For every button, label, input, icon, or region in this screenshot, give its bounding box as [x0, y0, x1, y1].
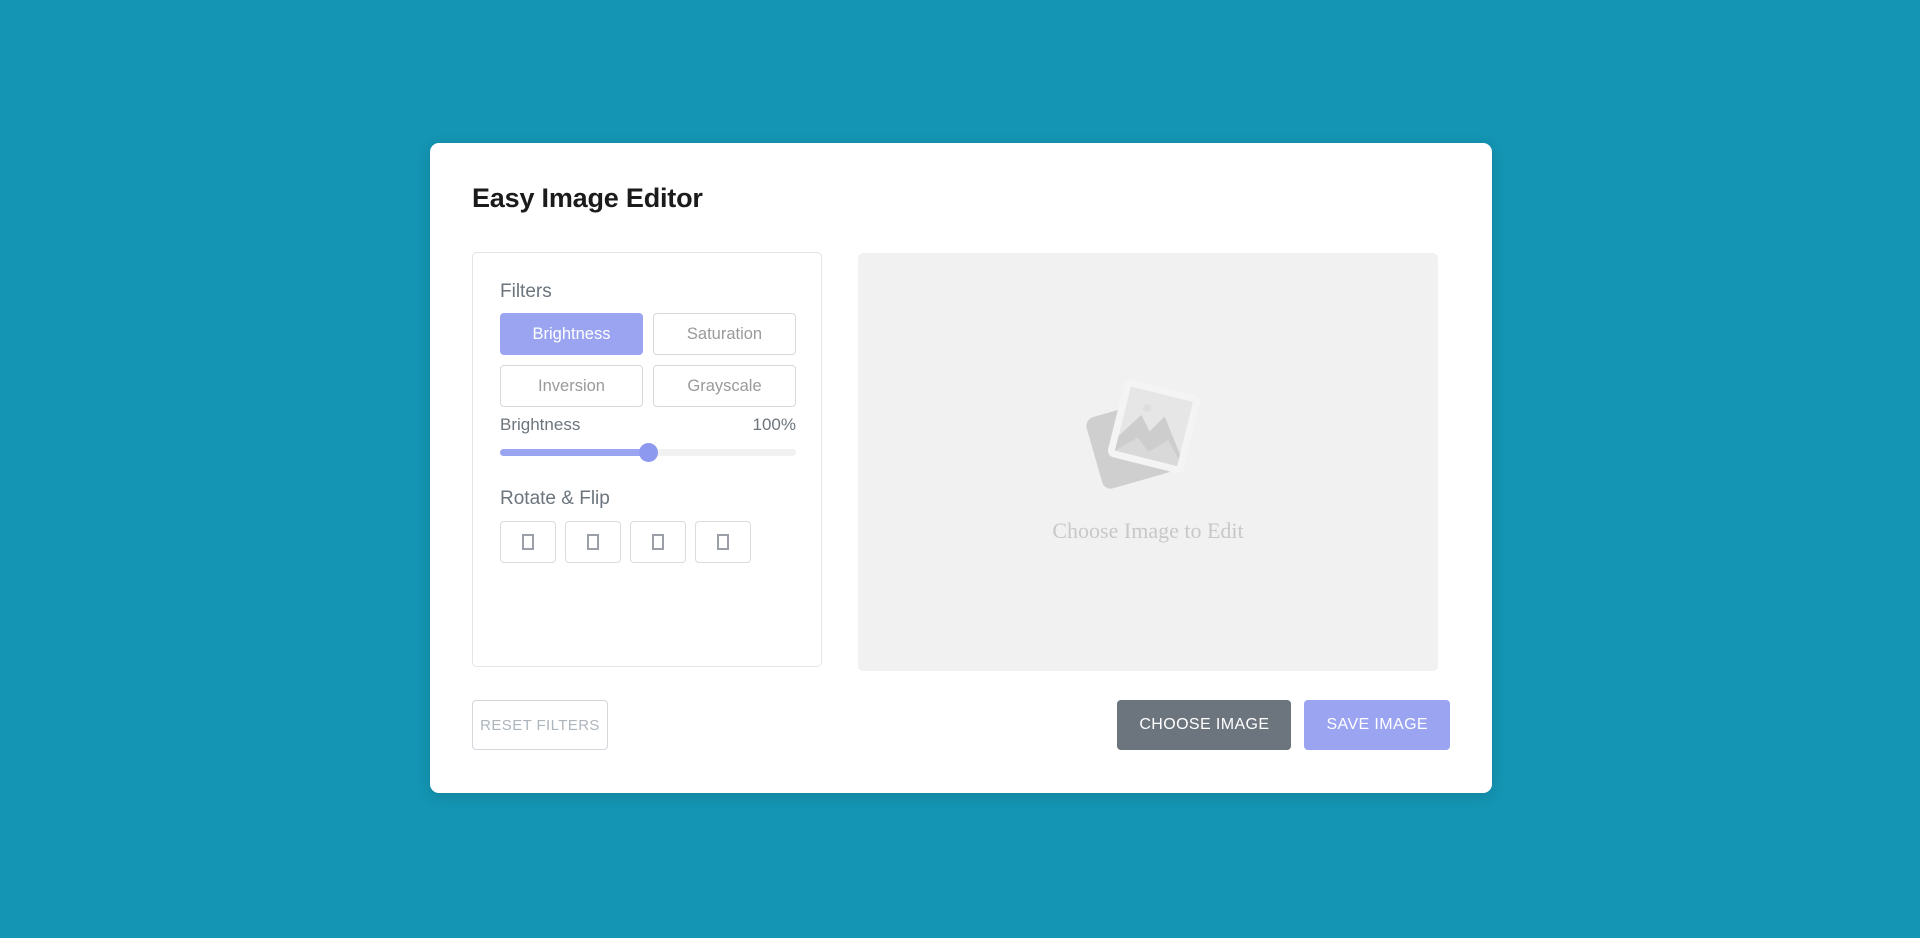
editor-card: Easy Image Editor Filters Brightness Sat… — [430, 143, 1492, 793]
slider-thumb[interactable] — [638, 443, 658, 462]
flip-horizontal-button[interactable] — [630, 521, 686, 563]
choose-image-button[interactable]: CHOOSE IMAGE — [1117, 700, 1292, 750]
slider-labels: Brightness 100% — [500, 415, 796, 435]
rotate-left-icon — [522, 534, 534, 550]
rotate-right-button[interactable] — [565, 521, 621, 563]
action-buttons-group: CHOOSE IMAGE SAVE IMAGE — [1117, 700, 1450, 750]
filter-button-saturation[interactable]: Saturation — [653, 313, 796, 355]
rotate-flip-heading: Rotate & Flip — [500, 488, 610, 509]
reset-filters-button[interactable]: RESET FILTERS — [472, 700, 608, 750]
filter-button-brightness[interactable]: Brightness — [500, 313, 643, 355]
page-title: Easy Image Editor — [472, 183, 703, 213]
rotate-flip-group — [500, 521, 751, 563]
rotate-left-button[interactable] — [500, 521, 556, 563]
flip-vertical-icon — [717, 534, 729, 550]
gallery-photos-icon — [1086, 379, 1201, 489]
filters-panel: Filters Brightness Saturation Inversion … — [472, 252, 822, 667]
filter-button-inversion[interactable]: Inversion — [500, 365, 643, 407]
filter-options-group: Brightness Saturation Inversion Grayscal… — [500, 313, 796, 407]
slider-name-label: Brightness — [500, 415, 581, 434]
filter-button-grayscale[interactable]: Grayscale — [653, 365, 796, 407]
filters-heading: Filters — [500, 281, 552, 302]
save-image-button[interactable]: SAVE IMAGE — [1304, 700, 1450, 750]
flip-horizontal-icon — [652, 534, 664, 550]
image-preview-area[interactable]: Choose Image to Edit — [858, 253, 1438, 671]
slider-fill — [500, 449, 648, 456]
brightness-slider[interactable] — [500, 443, 796, 462]
flip-vertical-button[interactable] — [695, 521, 751, 563]
slider-value-label: 100% — [752, 415, 796, 434]
rotate-right-icon — [587, 534, 599, 550]
app-background: Easy Image Editor Filters Brightness Sat… — [0, 0, 1920, 938]
filter-slider-block: Brightness 100% — [500, 415, 796, 462]
preview-placeholder-text: Choose Image to Edit — [1052, 518, 1244, 543]
